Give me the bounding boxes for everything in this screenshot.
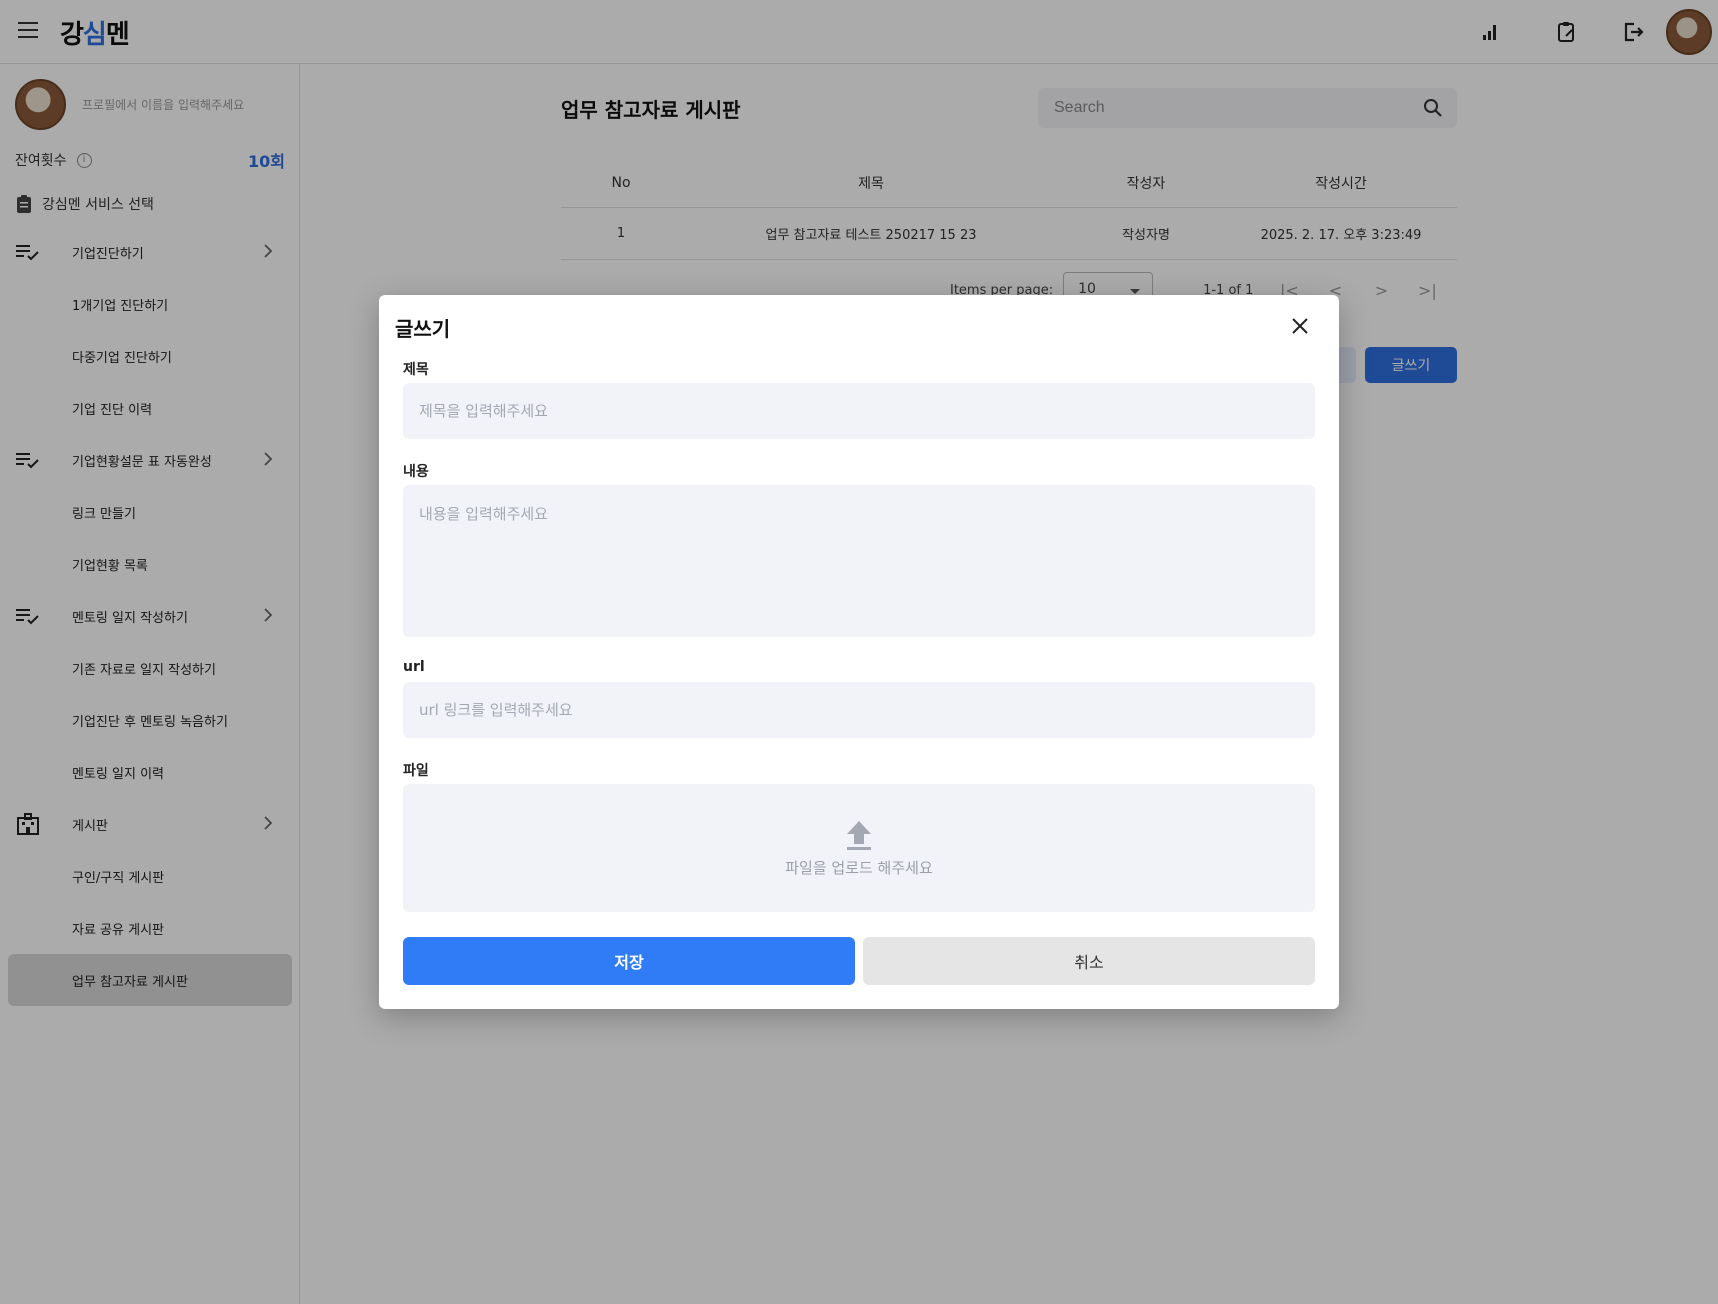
title-field-label: 제목 (403, 362, 429, 378)
url-input[interactable] (403, 682, 1315, 738)
file-field-label: 파일 (403, 763, 429, 779)
dialog-title: 글쓰기 (395, 317, 451, 341)
file-upload-dropzone[interactable]: 파일을 업로드 해주세요 (403, 784, 1315, 912)
title-input[interactable] (403, 383, 1315, 439)
file-upload-text: 파일을 업로드 해주세요 (785, 858, 933, 877)
url-field-label: url (403, 659, 425, 675)
cancel-button[interactable]: 취소 (863, 937, 1315, 985)
upload-icon (847, 820, 871, 850)
content-textarea[interactable] (403, 485, 1315, 637)
content-field-label: 내용 (403, 464, 429, 480)
save-button[interactable]: 저장 (403, 937, 855, 985)
write-dialog: 글쓰기 제목 내용 url 파일 파일을 업로드 해주세요 저장 취소 (379, 295, 1339, 1009)
close-icon[interactable] (1289, 315, 1311, 337)
